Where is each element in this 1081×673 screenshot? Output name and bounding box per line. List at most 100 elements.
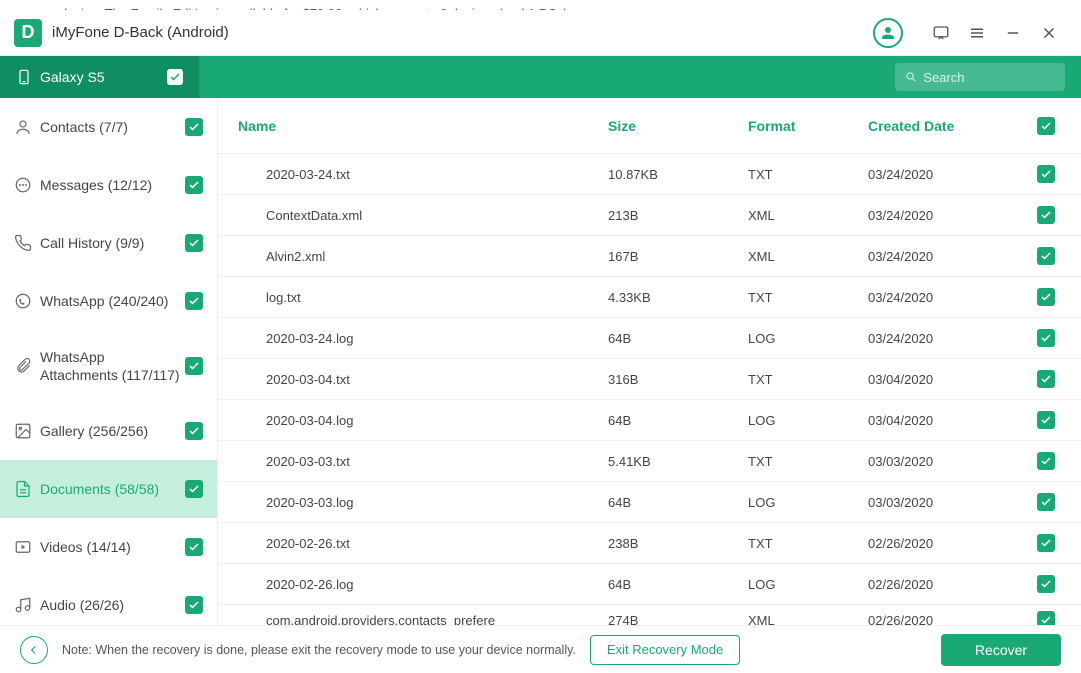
row-checkbox[interactable] (1037, 288, 1055, 306)
cell-date: 02/26/2020 (868, 577, 1018, 592)
cell-date: 02/26/2020 (868, 613, 1018, 626)
row-checkbox[interactable] (1037, 611, 1055, 625)
row-checkbox[interactable] (1037, 534, 1055, 552)
cell-format: LOG (748, 577, 868, 592)
sidebar-item-checkbox[interactable] (185, 538, 203, 556)
sidebar-item-messages[interactable]: Messages (12/12) (0, 156, 217, 214)
sidebar-item-checkbox[interactable] (185, 480, 203, 498)
sidebar-item-checkbox[interactable] (185, 176, 203, 194)
recover-button[interactable]: Recover (941, 634, 1061, 666)
cell-size: 316B (608, 372, 748, 387)
cell-date: 03/24/2020 (868, 331, 1018, 346)
row-checkbox[interactable] (1037, 411, 1055, 429)
account-icon[interactable] (873, 18, 903, 48)
sidebar-item-gallery[interactable]: Gallery (256/256) (0, 402, 217, 460)
table-row[interactable]: 2020-03-03.log64BLOG03/03/2020 (218, 482, 1081, 523)
back-button[interactable] (20, 636, 48, 664)
sidebar-item-contacts[interactable]: Contacts (7/7) (0, 98, 217, 156)
header-date[interactable]: Created Date (868, 118, 1018, 134)
table-row[interactable]: Alvin2.xml167BXML03/24/2020 (218, 236, 1081, 277)
table-row[interactable]: 2020-03-04.log64BLOG03/04/2020 (218, 400, 1081, 441)
cell-name: 2020-03-24.log (238, 331, 608, 346)
cell-date: 03/03/2020 (868, 454, 1018, 469)
table-row[interactable]: 2020-03-24.log64BLOG03/24/2020 (218, 318, 1081, 359)
app-title: iMyFone D-Back (Android) (52, 24, 229, 41)
search-box[interactable] (895, 63, 1065, 91)
table-row[interactable]: 2020-02-26.log64BLOG02/26/2020 (218, 564, 1081, 605)
row-checkbox[interactable] (1037, 247, 1055, 265)
cell-name: com.android.providers.contacts_prefere (238, 613, 608, 626)
table-row[interactable]: 2020-02-26.txt238BTXT02/26/2020 (218, 523, 1081, 564)
cell-size: 274B (608, 613, 748, 626)
sidebar-item-label: WhatsApp Attachments (117/117) (40, 348, 185, 384)
header-name[interactable]: Name (238, 118, 608, 134)
phone-icon (16, 69, 32, 85)
row-checkbox[interactable] (1037, 165, 1055, 183)
cell-size: 167B (608, 249, 748, 264)
feedback-icon[interactable] (923, 15, 959, 51)
minimize-icon[interactable] (995, 15, 1031, 51)
cell-format: TXT (748, 167, 868, 182)
cell-format: TXT (748, 372, 868, 387)
close-icon[interactable] (1031, 15, 1067, 51)
row-checkbox[interactable] (1037, 452, 1055, 470)
row-checkbox[interactable] (1037, 370, 1055, 388)
sidebar-item-label: WhatsApp (240/240) (40, 292, 185, 310)
sidebar-item-videos[interactable]: Videos (14/14) (0, 518, 217, 576)
sidebar-item-checkbox[interactable] (185, 292, 203, 310)
table-row[interactable]: ContextData.xml213BXML03/24/2020 (218, 195, 1081, 236)
sidebar-item-label: Messages (12/12) (40, 176, 185, 194)
cell-date: 03/04/2020 (868, 413, 1018, 428)
app-logo: D (14, 19, 42, 47)
device-chip[interactable]: Galaxy S5 (0, 56, 200, 98)
sidebar-item-label: Documents (58/58) (40, 480, 185, 498)
sidebar-item-audio[interactable]: Audio (26/26) (0, 576, 217, 625)
row-checkbox[interactable] (1037, 493, 1055, 511)
cell-format: XML (748, 208, 868, 223)
cell-size: 5.41KB (608, 454, 748, 469)
row-checkbox[interactable] (1037, 575, 1055, 593)
cell-size: 238B (608, 536, 748, 551)
documents-icon (14, 480, 32, 498)
table-row[interactable]: 2020-03-04.txt316BTXT03/04/2020 (218, 359, 1081, 400)
sidebar-item-callhistory[interactable]: Call History (9/9) (0, 214, 217, 272)
search-icon (905, 70, 917, 84)
sidebar-item-label: Videos (14/14) (40, 538, 185, 556)
sidebar-item-documents[interactable]: Documents (58/58) (0, 460, 217, 518)
gallery-icon (14, 422, 32, 440)
footer-note: Note: When the recovery is done, please … (62, 643, 576, 657)
table-row[interactable]: 2020-03-24.txt10.87KBTXT03/24/2020 (218, 154, 1081, 195)
row-checkbox[interactable] (1037, 206, 1055, 224)
cell-date: 03/24/2020 (868, 167, 1018, 182)
sidebar-item-checkbox[interactable] (185, 596, 203, 614)
sidebar-item-checkbox[interactable] (185, 357, 203, 375)
header-size[interactable]: Size (608, 118, 748, 134)
search-input[interactable] (923, 70, 1055, 85)
row-checkbox[interactable] (1037, 329, 1055, 347)
audio-icon (14, 596, 32, 614)
table-row[interactable]: com.android.providers.contacts_prefere27… (218, 605, 1081, 625)
cell-name: Alvin2.xml (238, 249, 608, 264)
exit-recovery-button[interactable]: Exit Recovery Mode (590, 635, 740, 665)
sidebar-item-label: Gallery (256/256) (40, 422, 185, 440)
cell-name: 2020-03-03.log (238, 495, 608, 510)
menu-icon[interactable] (959, 15, 995, 51)
cell-name: 2020-03-03.txt (238, 454, 608, 469)
titlebar: D iMyFone D-Back (Android) (0, 10, 1081, 56)
select-all-checkbox[interactable] (1037, 117, 1055, 135)
cell-date: 02/26/2020 (868, 536, 1018, 551)
table-row[interactable]: 2020-03-03.txt5.41KBTXT03/03/2020 (218, 441, 1081, 482)
header-format[interactable]: Format (748, 118, 868, 134)
sidebar-item-checkbox[interactable] (185, 118, 203, 136)
main-panel: Name Size Format Created Date 2020-03-24… (218, 98, 1081, 625)
cell-size: 64B (608, 413, 748, 428)
sidebar-item-attachment[interactable]: WhatsApp Attachments (117/117) (0, 330, 217, 402)
sidebar-item-label: Audio (26/26) (40, 596, 185, 614)
sidebar-item-checkbox[interactable] (185, 234, 203, 252)
sidebar-item-checkbox[interactable] (185, 422, 203, 440)
device-name: Galaxy S5 (40, 69, 105, 85)
videos-icon (14, 538, 32, 556)
table-row[interactable]: log.txt4.33KBTXT03/24/2020 (218, 277, 1081, 318)
sidebar-item-whatsapp[interactable]: WhatsApp (240/240) (0, 272, 217, 330)
cell-date: 03/24/2020 (868, 290, 1018, 305)
